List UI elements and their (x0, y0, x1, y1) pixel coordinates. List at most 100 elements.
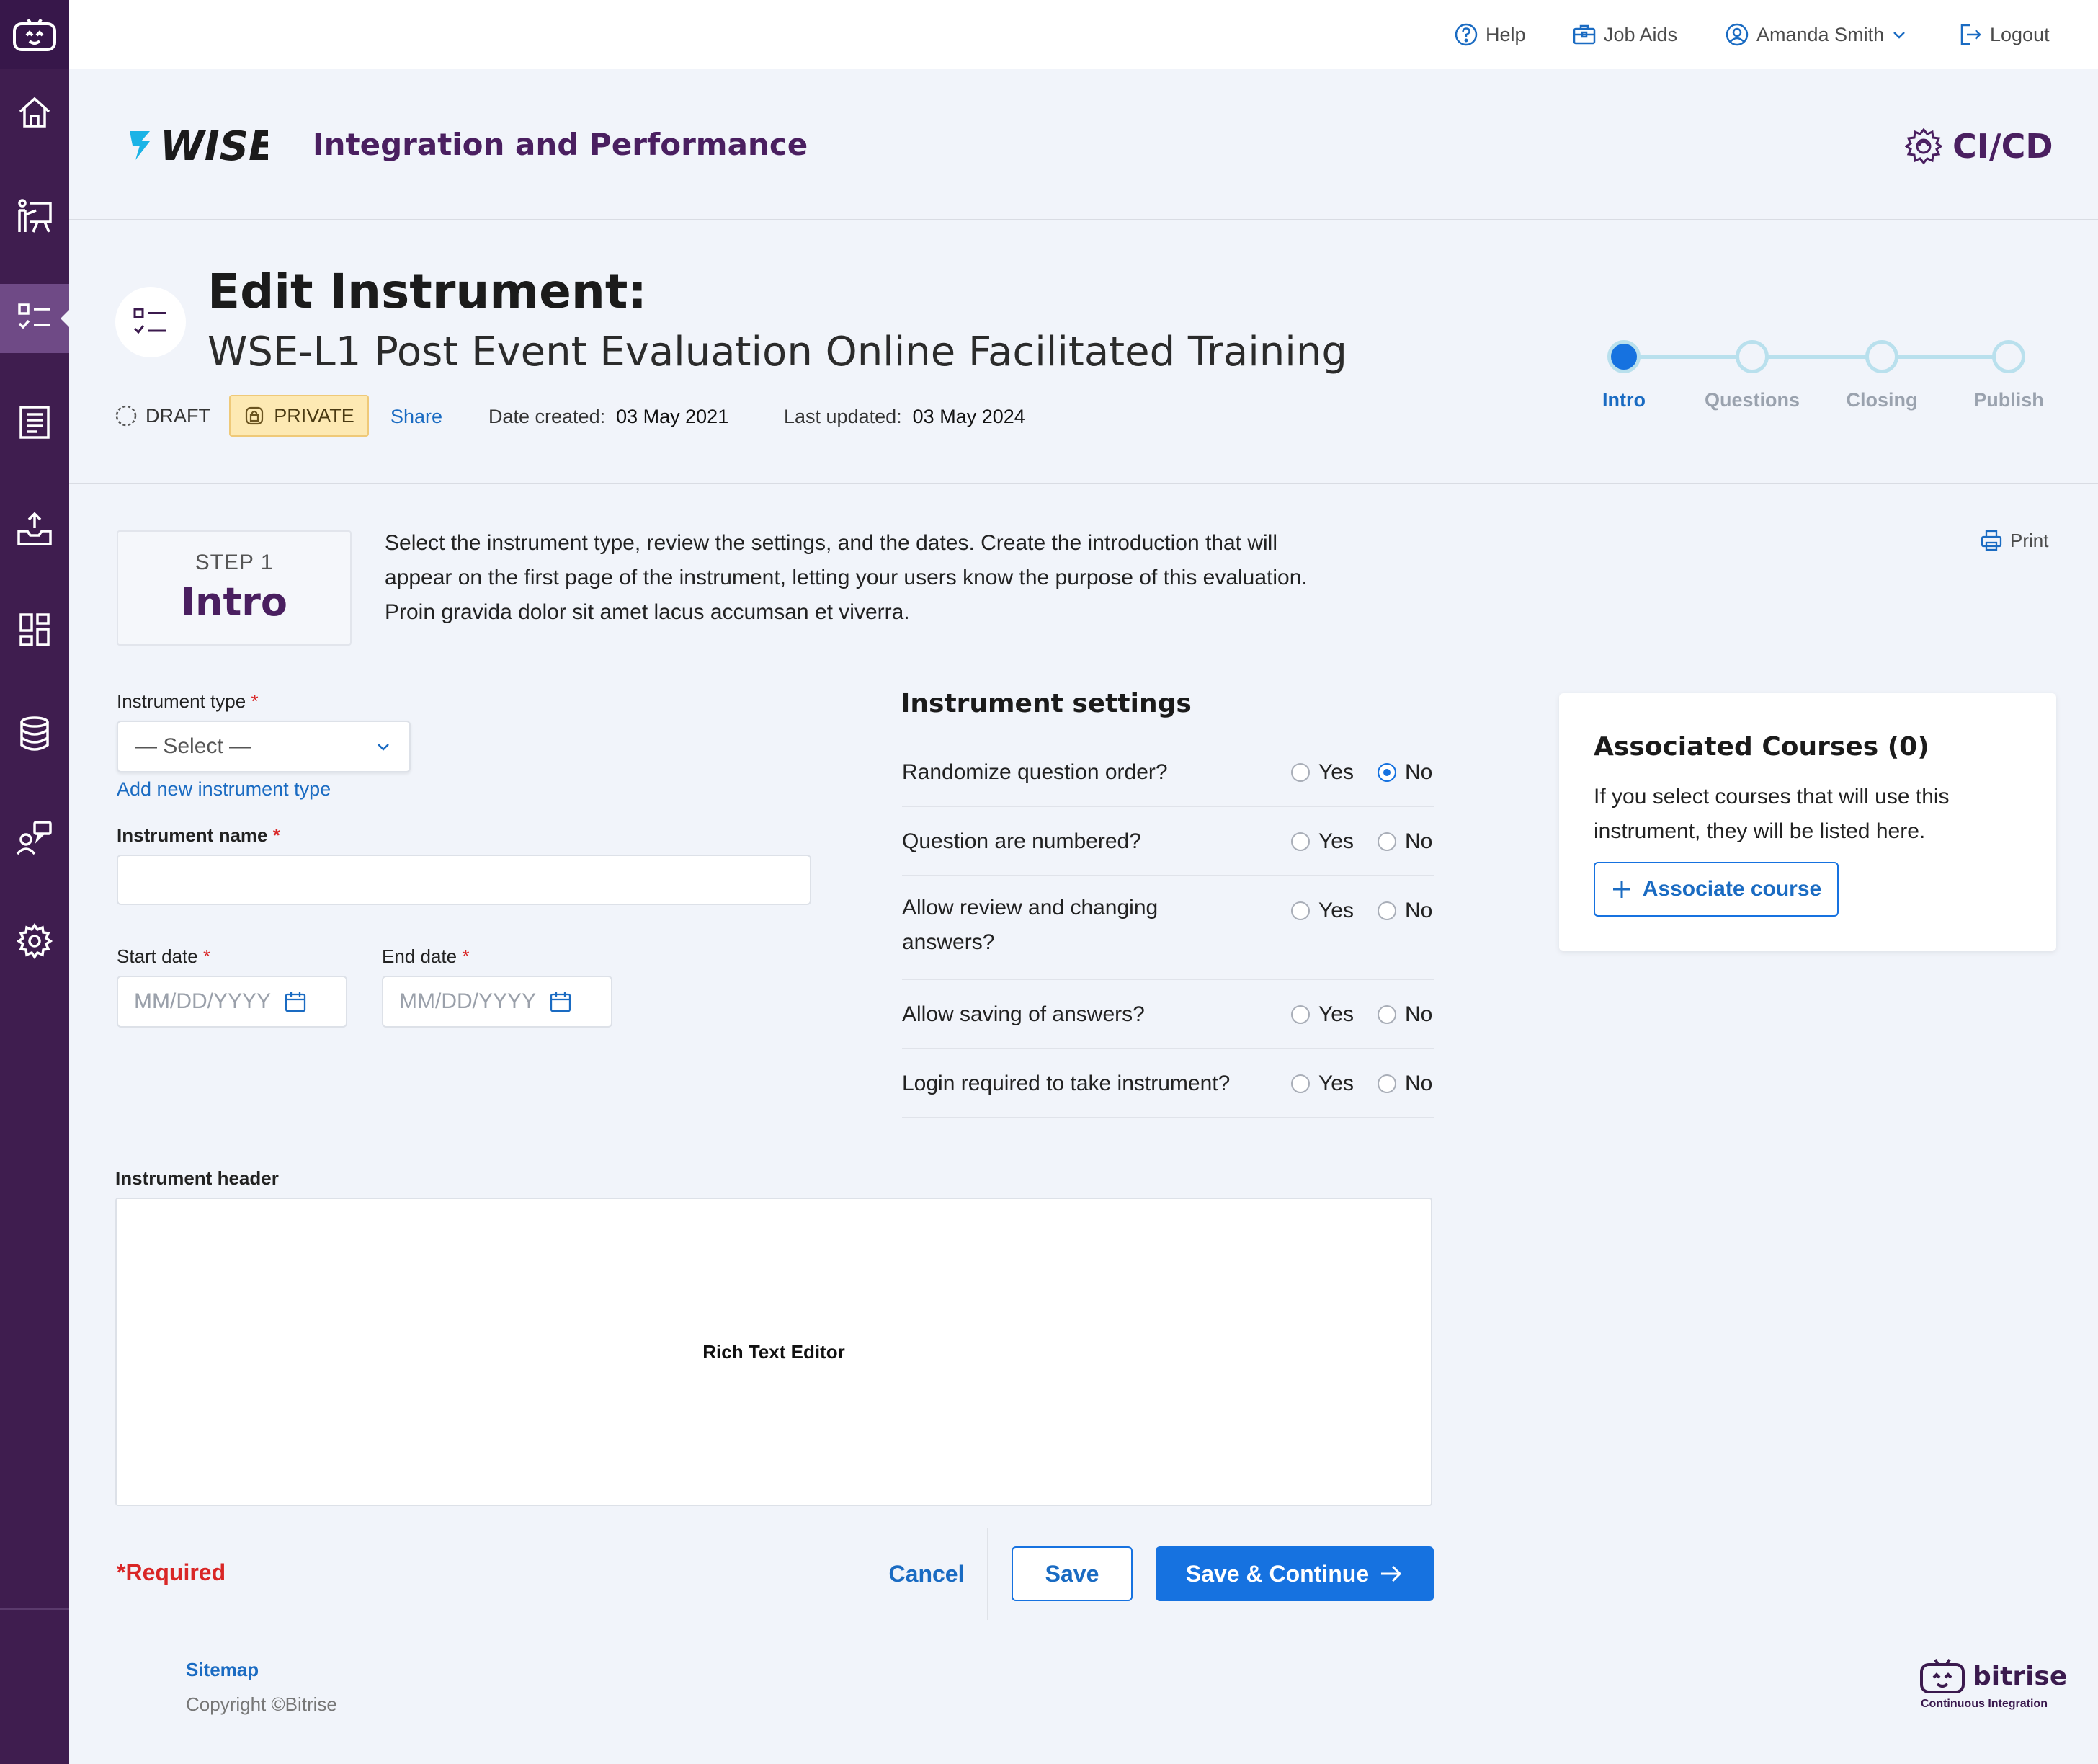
start-date-label: Start date * (117, 945, 210, 968)
sidebar (0, 0, 69, 1764)
instrument-header-label: Instrument header (115, 1167, 279, 1189)
step-description-line: Proin gravida dolor sit amet lacus accum… (385, 600, 910, 624)
print-button[interactable]: Print (1980, 529, 2048, 552)
step-description-line: appear on the first page of the instrume… (385, 566, 1308, 589)
associate-course-button[interactable]: Associate course (1594, 862, 1839, 917)
job-aids-link[interactable]: Job Aids (1572, 22, 1677, 48)
user-admin-icon[interactable] (0, 803, 69, 872)
help-link[interactable]: Help (1454, 22, 1526, 48)
radio-yes[interactable]: Yes (1291, 1066, 1354, 1101)
bitrise-tagline: Continuous Integration (1921, 1698, 2048, 1710)
associated-courses-title: Associated Courses (0) (1594, 732, 1929, 762)
radio-no[interactable]: No (1378, 997, 1432, 1032)
logout-link[interactable]: Logout (1958, 22, 2050, 48)
save-continue-button[interactable]: Save & Continue (1156, 1546, 1434, 1601)
wise-logo-text: WISE (160, 124, 268, 166)
stepper-dot-intro[interactable] (1607, 340, 1641, 373)
radio-circle[interactable] (1291, 1005, 1310, 1024)
stepper-label-intro: Intro (1602, 389, 1646, 411)
checklist-icon[interactable] (0, 284, 69, 353)
settings-gear-icon[interactable] (0, 906, 69, 976)
radio-circle[interactable] (1378, 1005, 1396, 1024)
step-description: Select the instrument type, review the s… (385, 526, 1308, 630)
setting-row: Allow saving of answers? Yes No (902, 980, 1434, 1049)
radio-yes[interactable]: Yes (1291, 997, 1354, 1032)
instrument-type-label-text: Instrument type (117, 690, 246, 712)
radio-circle[interactable] (1378, 832, 1396, 851)
document-icon[interactable] (0, 388, 69, 457)
save-button[interactable]: Save (1012, 1546, 1133, 1601)
associated-courses-description: If you select courses that will use this… (1594, 780, 1950, 849)
start-date-input[interactable]: MM/DD/YYYY (117, 976, 347, 1028)
bitrise-brand-name: bitrise (1973, 1661, 2068, 1691)
calendar-icon[interactable] (284, 990, 307, 1013)
radio-label: No (1405, 1072, 1433, 1095)
rich-text-editor[interactable]: Rich Text Editor (115, 1198, 1432, 1506)
user-menu[interactable]: Amanda Smith (1725, 22, 1907, 48)
checklist-icon (133, 308, 166, 334)
radio-label: No (1405, 760, 1433, 784)
radio-no[interactable]: No (1378, 824, 1432, 859)
end-date-placeholder: MM/DD/YYYY (399, 989, 537, 1013)
last-updated-value: 03 May 2024 (912, 406, 1025, 427)
setting-question-line: Allow review and changing (902, 896, 1159, 919)
logout-icon (1960, 24, 1981, 45)
stepper-dot-closing[interactable] (1865, 340, 1898, 373)
calendar-icon[interactable] (549, 990, 572, 1013)
sitemap-link[interactable]: Sitemap (186, 1659, 259, 1681)
radio-circle[interactable] (1291, 832, 1310, 851)
instrument-type-select[interactable]: — Select — (117, 721, 411, 772)
lock-icon (246, 406, 264, 425)
home-icon[interactable] (0, 78, 69, 147)
setting-question: Question are numbered? (902, 824, 1141, 859)
status-label: DRAFT (146, 404, 210, 427)
share-link[interactable]: Share (390, 406, 442, 428)
radio-label: Yes (1318, 1002, 1354, 1026)
date-created-value: 03 May 2021 (616, 406, 729, 427)
cancel-button[interactable]: Cancel (876, 1546, 977, 1601)
stepper-label-questions: Questions (1704, 389, 1800, 411)
required-asterisk: * (272, 824, 280, 846)
bitrise-logo-icon[interactable] (0, 0, 69, 69)
radio-yes[interactable]: Yes (1291, 755, 1354, 790)
end-date-input[interactable]: MM/DD/YYYY (382, 976, 612, 1028)
job-aids-label: Job Aids (1604, 23, 1678, 45)
radio-no[interactable]: No (1378, 894, 1432, 928)
stepper-dot-questions[interactable] (1736, 340, 1769, 373)
private-badge[interactable]: PRIVATE (229, 395, 369, 437)
actions-divider (987, 1528, 988, 1620)
radio-label: No (1405, 1002, 1433, 1026)
stepper-dot-publish[interactable] (1992, 340, 2025, 373)
add-instrument-type-link[interactable]: Add new instrument type (117, 778, 331, 801)
radio-yes[interactable]: Yes (1291, 894, 1354, 928)
wise-logo[interactable]: WISE (128, 124, 268, 166)
progress-stepper: Intro Questions Closing Publish (1585, 331, 2098, 418)
stepper-track (1624, 355, 2009, 359)
radio-circle[interactable] (1291, 901, 1310, 920)
radio-circle[interactable] (1291, 763, 1310, 782)
radio-label: No (1405, 829, 1433, 853)
upload-tray-icon[interactable] (0, 494, 69, 564)
radio-no[interactable]: No (1378, 1066, 1432, 1101)
end-date-label: End date * (382, 945, 469, 968)
start-date-placeholder: MM/DD/YYYY (134, 989, 272, 1013)
radio-yes[interactable]: Yes (1291, 824, 1354, 859)
app-title: Integration and Performance (313, 127, 808, 162)
radio-circle[interactable] (1378, 763, 1396, 782)
instrument-name-input[interactable] (117, 855, 811, 905)
arrow-right-icon (1381, 1565, 1402, 1582)
classroom-icon[interactable] (0, 182, 69, 251)
radio-circle[interactable] (1378, 901, 1396, 920)
setting-row: Login required to take instrument? Yes No (902, 1049, 1434, 1118)
radio-circle[interactable] (1291, 1074, 1310, 1093)
setting-question: Allow review and changing answers? (902, 891, 1158, 960)
bitrise-footer-logo: bitrise Continuous Integration (1919, 1657, 2067, 1711)
dashboard-icon[interactable] (0, 595, 69, 664)
radio-no[interactable]: No (1378, 755, 1432, 790)
last-updated-label: Last updated: (784, 406, 902, 427)
database-icon[interactable] (0, 699, 69, 768)
save-continue-label: Save & Continue (1185, 1560, 1370, 1587)
radio-circle[interactable] (1378, 1074, 1396, 1093)
setting-question-line: answers? (902, 930, 995, 954)
bitrise-robot-icon (1920, 1659, 1965, 1693)
